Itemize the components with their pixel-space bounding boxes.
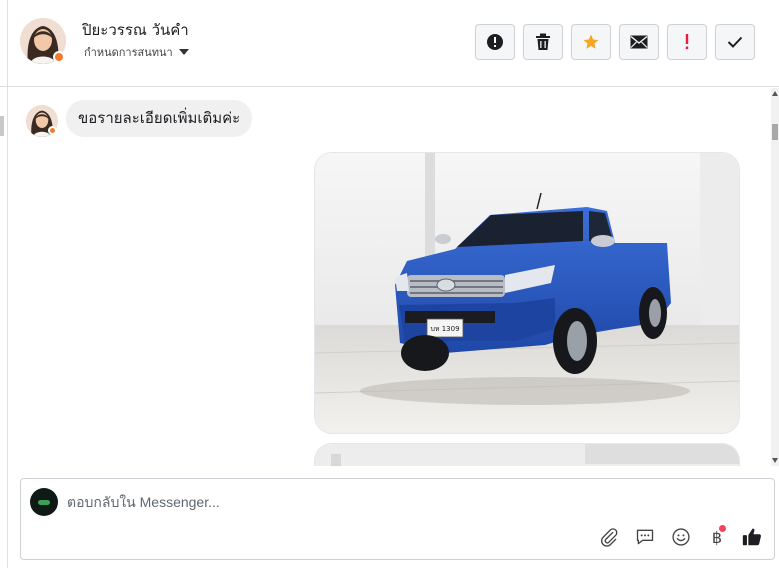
reply-composer: ฿ <box>20 478 775 560</box>
star-icon <box>583 34 599 49</box>
notification-dot <box>719 525 726 532</box>
exclamation-circle-icon <box>487 34 503 50</box>
trash-icon <box>536 33 550 50</box>
paperclip-icon <box>601 528 618 547</box>
caret-down-icon <box>178 49 189 55</box>
saved-reply-button[interactable] <box>633 525 657 549</box>
contact-name[interactable]: ปิยะวรรณ วันคำ <box>82 18 189 42</box>
conversation-menu-label: กำหนดการสนทนา <box>84 46 173 59</box>
attach-button[interactable] <box>597 525 621 549</box>
like-button[interactable] <box>740 525 764 549</box>
thread-scrollbar[interactable] <box>771 88 779 466</box>
mark-done-button[interactable] <box>715 24 755 60</box>
left-panel-scroll-thumb[interactable] <box>0 116 4 136</box>
avatar-status-badge <box>48 126 57 135</box>
avatar-status-badge <box>53 51 65 63</box>
scroll-down-arrow-icon[interactable] <box>772 458 778 463</box>
checkmark-icon <box>727 36 743 48</box>
conversation-header: ปิยะวรรณ วันคำ กำหนดการสนทนา <box>0 0 779 87</box>
reply-input[interactable] <box>67 489 747 515</box>
scroll-thumb[interactable] <box>772 124 778 140</box>
envelope-icon <box>630 35 648 49</box>
follow-up-button[interactable] <box>667 24 707 60</box>
scroll-up-arrow-icon[interactable] <box>772 91 778 96</box>
message-thread[interactable]: ขอรายละเอียดเพิ่มเติมค่ะ บห 1309 <box>8 88 771 466</box>
payment-button[interactable]: ฿ <box>705 525 729 549</box>
emoji-button[interactable] <box>669 525 693 549</box>
mark-unread-button[interactable] <box>619 24 659 60</box>
saved-reply-icon <box>636 529 654 545</box>
svg-text:บห 1309: บห 1309 <box>430 325 459 333</box>
delete-button[interactable] <box>523 24 563 60</box>
exclamation-icon <box>685 34 689 50</box>
page-avatar <box>30 488 58 516</box>
thumbs-up-icon <box>742 528 761 546</box>
emoji-icon <box>672 528 690 546</box>
incoming-message-bubble[interactable]: ขอรายละเอียดเพิ่มเติมค่ะ <box>66 100 253 137</box>
report-spam-button[interactable] <box>475 24 515 60</box>
star-button[interactable] <box>571 24 611 60</box>
image-attachment[interactable]: บห 1309 <box>314 152 740 434</box>
partial-photo <box>315 444 739 466</box>
conversation-menu[interactable]: กำหนดการสนทนา <box>84 43 189 61</box>
pickup-truck-photo: บห 1309 <box>315 153 739 433</box>
image-attachment-partial[interactable] <box>314 443 740 466</box>
